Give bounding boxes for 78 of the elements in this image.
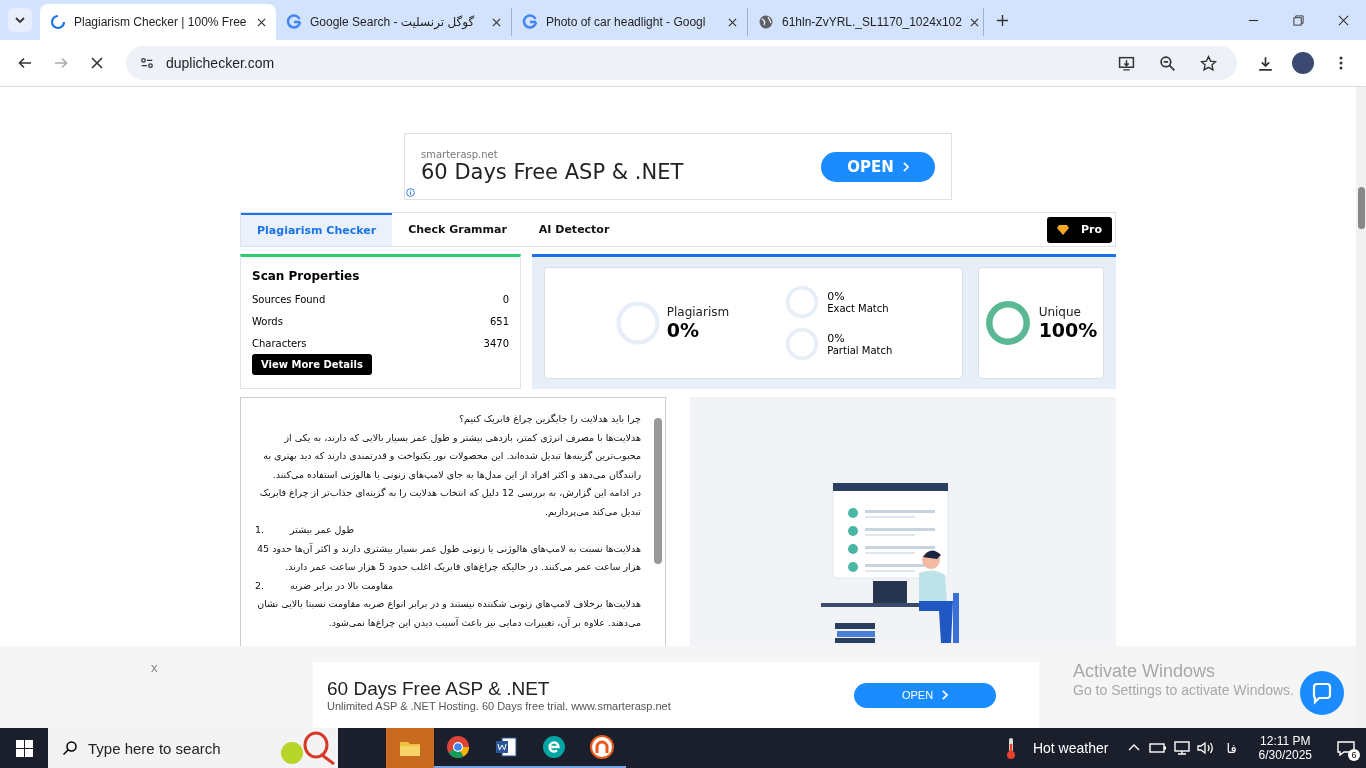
notifications-button[interactable]: 6 bbox=[1326, 733, 1366, 763]
property-value: 0 bbox=[502, 293, 509, 305]
paragraph: هدلایت‌ها با مصرف انرژی کمتر، بازدهی بیشتر و طول عمر بسیار بالایی که دارند، به یکی از محبوب‌ترین گزینه‌ها تبدیل شده‌اند. این محصولات نور یکنواخت و قدرتمندی دارند که دید بهتری به رانندگان می‌دهد و اکثر افراد از این مدل‌ها به جای لامپ‌های زنونی یا هالوژنی استفاده می‌کنند. bbox=[262, 430, 641, 482]
restore-button[interactable] bbox=[1293, 15, 1304, 26]
battery-icon[interactable] bbox=[1148, 740, 1169, 756]
close-tab-icon[interactable] bbox=[728, 17, 737, 27]
network-icon[interactable] bbox=[1172, 740, 1193, 756]
unique-value: 100% bbox=[1038, 319, 1098, 341]
tool-tab[interactable]: AI Detector bbox=[522, 213, 626, 246]
browser-tab[interactable]: Google Search - گوگل ترنسلیت bbox=[276, 8, 512, 36]
site-settings-icon bbox=[140, 56, 154, 70]
paragraph: در ادامه این گزارش، به بررسی 12 دلیل که انتخاب هدلایت را به گزینه‌ای جذاب‌تر از چراغ فابریک تبدیل می‌کند می‌پردازیم. bbox=[258, 486, 641, 519]
unique-ring-icon bbox=[984, 300, 1031, 346]
chat-button[interactable] bbox=[1300, 671, 1344, 715]
paragraph: هدلایت‌ها نسبت به لامپ‌های هالوژنی یا زنونی طول عمر بسیار بیشتری دارند و اکثر آن‌ها حدود 45 هزار ساعت عمر می‌کنند. در حالیکه چراغ‌های فابریک اغلب حدود 5 هزار ساعت عمر دارند. bbox=[256, 541, 641, 574]
list-number: 2. bbox=[255, 578, 265, 593]
view-more-details-button[interactable]: View More Details bbox=[252, 354, 372, 375]
message-icon bbox=[1336, 740, 1356, 756]
taskbar-search-field[interactable]: Type here to search bbox=[48, 728, 338, 768]
loading-spinner-icon bbox=[50, 14, 66, 30]
ad-banner[interactable]: smarterasp.net 60 Days Free ASP & .NET OPEN bbox=[404, 133, 952, 200]
browser-tab[interactable]: Photo of car headlight - Googl bbox=[512, 8, 748, 36]
input-language[interactable]: فا bbox=[1226, 740, 1237, 756]
close-button[interactable] bbox=[1338, 15, 1349, 26]
pro-button[interactable]: Pro bbox=[1046, 216, 1112, 243]
ad-headline: 60 Days Free ASP & .NET bbox=[327, 678, 551, 700]
tool-tab[interactable]: Plagiarism Checker bbox=[241, 213, 393, 246]
page-scrollbar[interactable] bbox=[1356, 87, 1366, 728]
chevron-right-icon bbox=[941, 690, 949, 700]
install-app-icon[interactable] bbox=[1118, 54, 1135, 72]
diamond-icon bbox=[1056, 224, 1069, 235]
scan-properties-title: Scan Properties bbox=[252, 269, 361, 283]
bookmark-star-icon[interactable] bbox=[1200, 54, 1217, 72]
browser-tab[interactable]: Plagiarism Checker | 100% Free bbox=[40, 4, 276, 40]
list-heading: طول عمر بیشتر bbox=[290, 523, 354, 537]
ad-headline: 60 Days Free ASP & .NET bbox=[421, 160, 685, 184]
search-icon bbox=[62, 740, 78, 756]
paragraph: چرا باید هدلایت را جایگزین چراغ فابریک کنیم؟ bbox=[458, 412, 641, 426]
chevron-right-icon bbox=[901, 161, 909, 172]
activation-title: Activate Windows bbox=[1073, 661, 1217, 682]
close-tab-icon[interactable] bbox=[257, 17, 266, 27]
match-value: 0% bbox=[827, 332, 846, 345]
tab-search-button[interactable] bbox=[8, 8, 32, 32]
activation-message: Go to Settings to activate Windows. bbox=[1073, 682, 1294, 698]
ad-source: smarterasp.net bbox=[421, 149, 499, 160]
property-value: 651 bbox=[489, 315, 509, 327]
google-logo-icon bbox=[286, 14, 302, 30]
zoom-icon[interactable] bbox=[1159, 54, 1176, 72]
google-logo-icon bbox=[522, 14, 538, 30]
globe-icon bbox=[758, 14, 774, 30]
thermometer-icon bbox=[1004, 736, 1017, 760]
property-label: Sources Found bbox=[252, 293, 326, 305]
unique-label: Unique bbox=[1038, 305, 1082, 319]
address-bar[interactable]: duplichecker.com bbox=[126, 46, 1237, 80]
plagiarism-label: Plagiarism bbox=[666, 305, 730, 319]
paragraph: هدلایت‌ها برخلاف لامپ‌های زنونی شکننده نیستند و در برابر انواع ضربه مقاومت نسبتا بالایی نشان می‌دهند. علاوه بر آن، تغییرات دمایی نیز باعث آسیب دیدن این چراغ‌ها نمی‌شود. bbox=[256, 597, 641, 630]
browser-tab[interactable]: 61hln-ZvYRL._SL1170_1024x102 bbox=[748, 8, 984, 36]
property-value: 3470 bbox=[483, 337, 509, 349]
chat-bubble-icon bbox=[1310, 681, 1334, 705]
property-label: Words bbox=[252, 315, 283, 327]
weather-text[interactable]: Hot weather bbox=[1032, 740, 1109, 756]
close-tab-icon[interactable] bbox=[969, 17, 979, 27]
download-icon[interactable] bbox=[1257, 54, 1274, 72]
ad-info-icon[interactable] bbox=[406, 188, 415, 197]
list-number: 1. bbox=[255, 523, 265, 537]
profile-avatar[interactable] bbox=[1292, 52, 1314, 74]
ad-description: Unlimited ASP & .NET Hosting. 60 Days free trial. www.smarterasp.net bbox=[327, 700, 672, 712]
match-label: Partial Match bbox=[827, 345, 893, 356]
match-label: Exact Match bbox=[827, 303, 889, 314]
tool-tab[interactable]: Check Grammar bbox=[392, 213, 523, 246]
new-tab-button[interactable] bbox=[996, 14, 1009, 27]
clock[interactable]: 12:11 PM 6/30/2025 bbox=[1258, 734, 1312, 762]
list-heading: مقاومت بالا در برابر ضربه bbox=[290, 578, 394, 593]
match-value: 0% bbox=[827, 290, 846, 303]
bottom-ad-banner[interactable]: 60 Days Free ASP & .NET Unlimited ASP & .NET Hosting. 60 Days free trial. www.smarterasp.net OPEN bbox=[313, 662, 1039, 728]
property-label: Characters bbox=[252, 337, 307, 349]
plagiarism-value: 0% bbox=[666, 319, 700, 341]
close-tab-icon[interactable] bbox=[492, 17, 501, 27]
